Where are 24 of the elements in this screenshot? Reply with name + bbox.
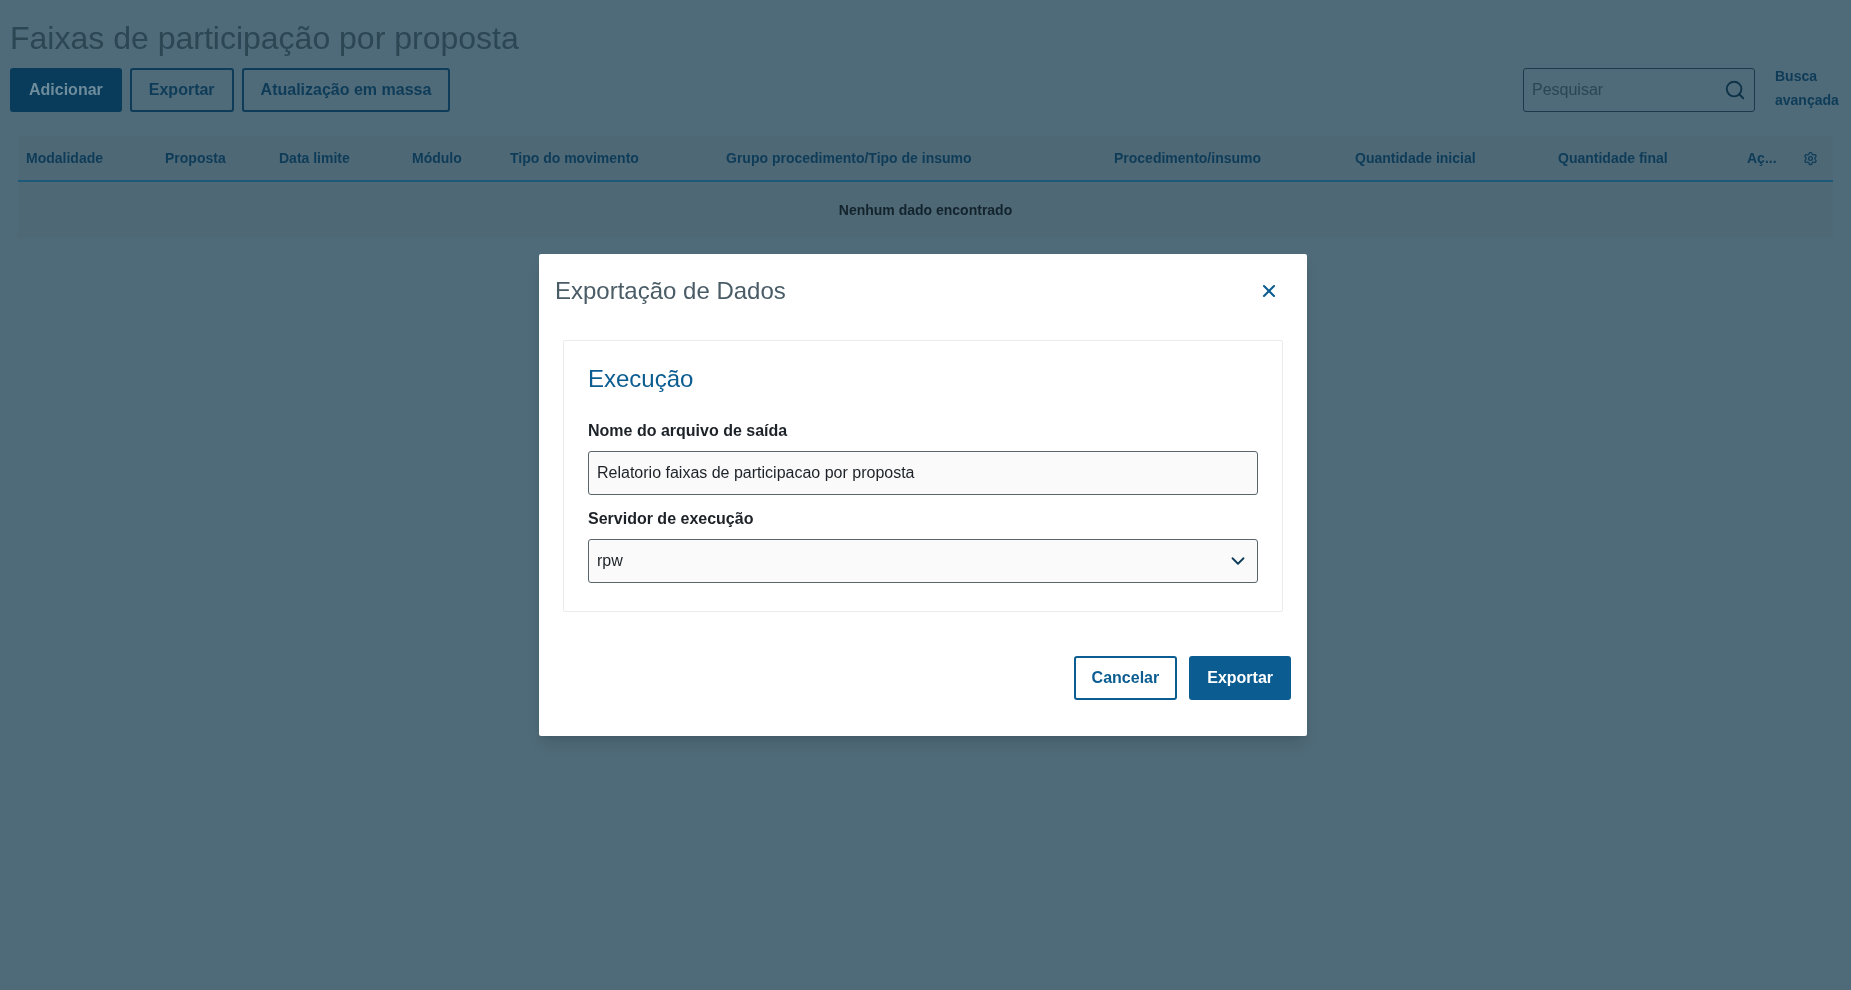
field-label: Nome do arquivo de saída [588,421,789,441]
column-header[interactable]: Proposta [165,147,279,169]
empty-message: Nenhum dado encontrado [838,200,1013,220]
column-header[interactable]: Procedimento/insumo [1114,147,1355,169]
dialog-button[interactable]: Cancelar [1073,656,1178,700]
column-header[interactable]: Grupo procedimento/Tipo de insumo [726,147,1114,169]
column-header[interactable]: Aç... [1747,147,1803,169]
column-header[interactable]: Quantidade inicial [1355,147,1558,169]
column-header[interactable]: Tipo do movimento [510,147,726,169]
dialog-title: Exportação de Dados [555,276,786,306]
input-field[interactable]: Relatorio faixas de participacao por proposta [588,451,1258,495]
advanced-search-link[interactable]: Busca avançada [1775,64,1841,112]
search-icon [1724,79,1746,101]
toolbar-button[interactable]: Exportar [129,68,234,112]
column-header[interactable]: Quantidade final [1558,147,1747,169]
column-header[interactable]: Módulo [412,147,510,169]
select-field[interactable]: rpw [588,539,1258,583]
toolbar-button[interactable]: Atualização em massa [241,68,451,112]
column-header[interactable]: Modalidade [26,147,165,169]
column-header[interactable]: Data limite [279,147,412,169]
field-label: Servidor de execução [588,509,755,529]
section-title: Execução [588,364,695,394]
toolbar-button[interactable]: Adicionar [10,68,122,112]
dialog-button[interactable]: Exportar [1189,656,1291,700]
